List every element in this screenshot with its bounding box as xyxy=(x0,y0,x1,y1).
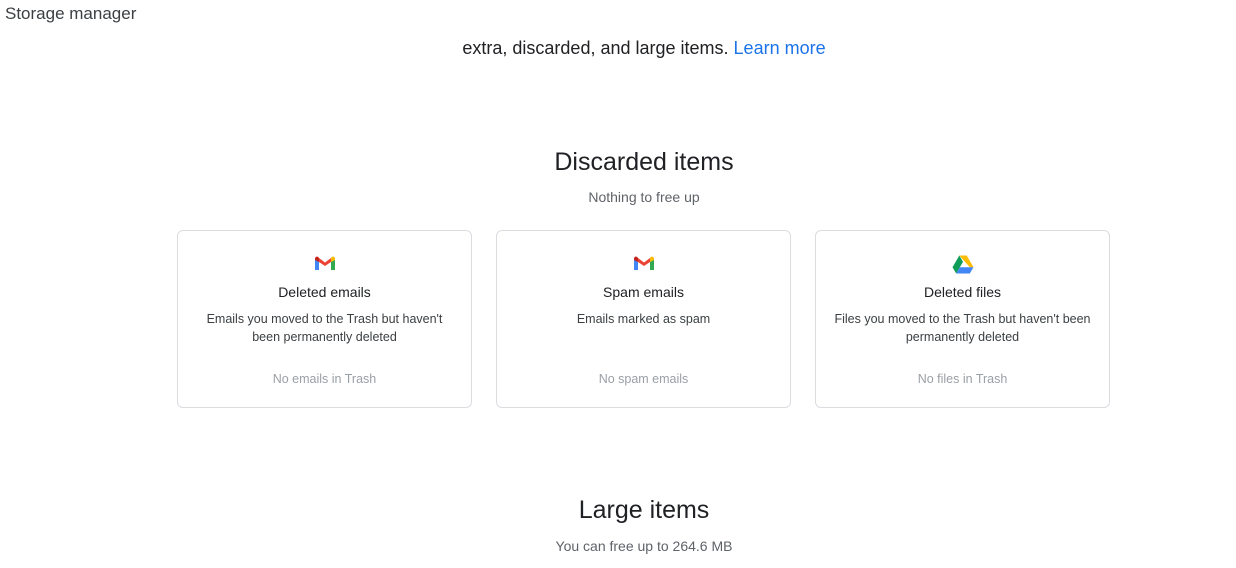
google-drive-icon xyxy=(816,255,1109,274)
card-description: Files you moved to the Trash but haven't… xyxy=(834,312,1091,344)
large-items-title: Large items xyxy=(578,496,710,524)
card-description: Emails you moved to the Trash but haven'… xyxy=(206,312,443,344)
discarded-cards: Deleted emails Emails you moved to the T… xyxy=(177,230,1112,410)
intro-description: extra, discarded, and large items. xyxy=(462,38,729,58)
card-title: Deleted files xyxy=(923,284,1002,300)
deleted-emails-card[interactable]: Deleted emails Emails you moved to the T… xyxy=(177,230,472,408)
large-items-subtitle: You can free up to 264.6 MB xyxy=(555,538,733,554)
storage-manager-page: Storage manager extra, discarded, and la… xyxy=(0,0,1236,568)
learn-more-link[interactable]: Learn more xyxy=(734,38,826,58)
card-title: Deleted emails xyxy=(278,284,371,300)
card-status: No spam emails xyxy=(598,372,689,386)
app-title: Storage manager xyxy=(5,4,137,23)
deleted-files-card[interactable]: Deleted files Files you moved to the Tra… xyxy=(815,230,1110,408)
card-status: No emails in Trash xyxy=(272,372,377,386)
discarded-section-title: Discarded items xyxy=(554,148,734,176)
card-description: Emails marked as spam xyxy=(576,312,711,326)
spam-emails-card[interactable]: Spam emails Emails marked as spam No spa… xyxy=(496,230,791,408)
gmail-icon xyxy=(178,255,471,273)
card-status: No files in Trash xyxy=(917,372,1008,386)
intro-text: extra, discarded, and large items. Learn… xyxy=(0,38,1236,59)
discarded-section-subtitle: Nothing to free up xyxy=(588,189,700,205)
card-title: Spam emails xyxy=(603,284,684,300)
gmail-icon xyxy=(497,255,790,273)
